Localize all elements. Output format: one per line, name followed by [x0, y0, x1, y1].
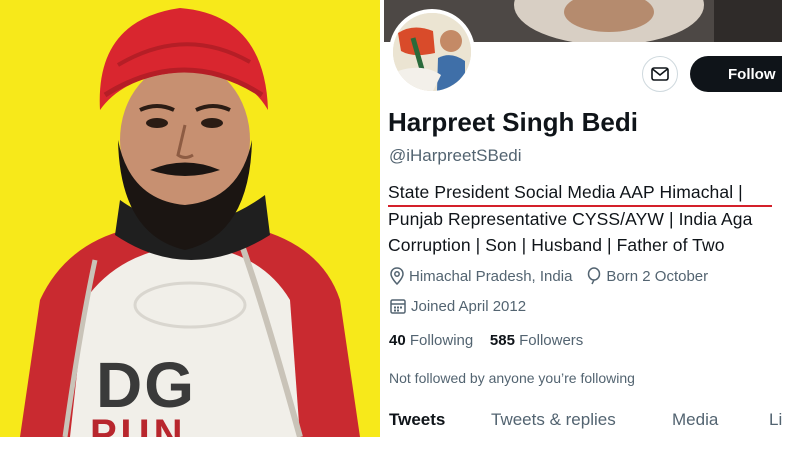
bio-line-1: State President Social Media AAP Himacha… [388, 182, 743, 202]
profile-name: Harpreet Singh Bedi [388, 107, 638, 137]
highlight-underline [388, 205, 772, 207]
profile-meta-joined: Joined April 2012 [389, 297, 526, 315]
location-pin-icon [390, 267, 404, 285]
message-button[interactable] [642, 56, 678, 92]
right-margin [782, 0, 800, 450]
location-text: Himachal Pradesh, India [409, 267, 573, 285]
bio-line-3: Corruption | Son | Husband | Father of T… [388, 235, 725, 255]
bio-line-2: Punjab Representative CYSS/AYW | India A… [388, 209, 753, 229]
followers-count: 585 [489, 332, 515, 349]
profile-avatar[interactable] [389, 9, 475, 95]
birthday-text: Born 2 October [606, 267, 709, 285]
bottom-margin [0, 437, 800, 450]
mutual-followers-note: Not followed by anyone you’re following [389, 370, 635, 386]
tab-media[interactable]: Media [672, 410, 718, 430]
shirt-sub-text: PUN [90, 412, 187, 437]
profile-tabs: Tweets Tweets & replies Media Li [384, 410, 782, 437]
followers-label: Followers [519, 332, 584, 349]
profile-meta-location-birthday: Himachal Pradesh, India Born 2 October [389, 267, 708, 285]
following-label: Following [409, 332, 474, 349]
profile-handle: @iHarpreetSBedi [389, 146, 522, 165]
calendar-icon [390, 299, 406, 314]
follow-button[interactable]: Follow [690, 56, 782, 92]
followers-link[interactable]: 585 Followers [490, 332, 583, 349]
joined-text: Joined April 2012 [411, 297, 527, 315]
envelope-icon [651, 67, 669, 81]
follow-stats: 40 Following 585 Followers [389, 332, 583, 349]
tab-tweets-replies[interactable]: Tweets & replies [491, 410, 616, 430]
profile-photo-panel: DG PUN [0, 0, 380, 437]
tab-tweets[interactable]: Tweets [389, 410, 445, 430]
avatar-image [393, 13, 471, 91]
shirt-logo-text: DG [96, 349, 196, 421]
twitter-profile-panel: Follow Harpreet Singh Bedi @iHarpreetSBe… [384, 0, 782, 437]
tab-likes[interactable]: Li [769, 410, 782, 430]
following-link[interactable]: 40 Following [389, 332, 473, 349]
balloon-icon [588, 267, 601, 285]
following-count: 40 [389, 332, 406, 349]
